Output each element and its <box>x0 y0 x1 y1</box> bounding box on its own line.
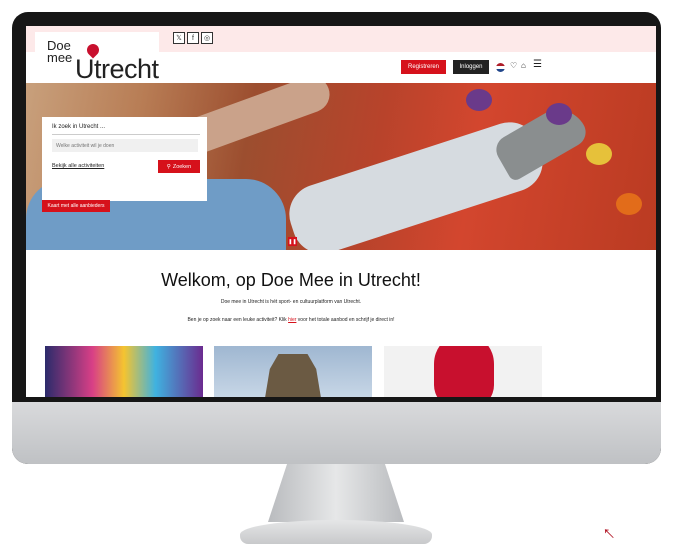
screen: Doe mee Utrecht 𝕏 f ◎ Registreren Inlogg… <box>26 26 656 397</box>
search-panel: Ik zoek in Utrecht ... Bekijk alle activ… <box>42 117 207 201</box>
activity-card[interactable] <box>384 346 542 397</box>
monitor-chin <box>12 402 661 464</box>
heart-icon[interactable]: ♡ <box>510 61 517 70</box>
basket-icon[interactable]: ⌂ <box>521 61 526 70</box>
menu-icon[interactable]: ☰ <box>533 59 542 70</box>
intro-text-2: Ben je op zoek naar een leuke activiteit… <box>26 317 556 323</box>
search-button-label: Zoeken <box>172 163 192 170</box>
pause-icon[interactable]: ❚❚ <box>288 237 297 246</box>
search-button[interactable]: ⚲ Zoeken <box>158 160 200 173</box>
logo-utrecht: Utrecht <box>75 54 159 84</box>
climbing-hold <box>466 89 492 111</box>
map-button[interactable]: Kaart met alle aanbieders <box>42 200 110 212</box>
facebook-icon[interactable]: f <box>187 32 199 44</box>
x-icon[interactable]: 𝕏 <box>173 32 185 44</box>
intro-text: Doe mee in Utrecht is hét sport- en cult… <box>220 299 362 305</box>
logo-mee: mee <box>47 50 73 65</box>
monitor-stand <box>268 464 404 522</box>
boxing-glove-image <box>434 346 494 397</box>
all-activities-link[interactable]: Bekijk alle activiteiten <box>52 163 104 169</box>
login-button[interactable]: Inloggen <box>453 60 489 74</box>
activity-card[interactable] <box>45 346 203 397</box>
climbing-hold <box>616 193 642 215</box>
page-title: Welkom, op Doe Mee in Utrecht! <box>161 270 421 290</box>
intro-prefix: Ben je op zoek naar een leuke activiteit… <box>187 317 289 323</box>
search-icon: ⚲ <box>166 163 171 170</box>
arrow-icon: ↑ <box>597 521 620 545</box>
intro-suffix: voor het totale aanbod en schrijf je dir… <box>296 317 395 323</box>
monitor-stand-base <box>240 520 432 544</box>
dom-tower-image <box>264 354 322 397</box>
dutch-flag-icon[interactable] <box>496 63 505 72</box>
site-logo[interactable]: Doe mee Utrecht <box>35 32 159 84</box>
climbing-hold <box>546 103 572 125</box>
register-button[interactable]: Registreren <box>401 60 446 74</box>
activity-card[interactable] <box>214 346 372 397</box>
instagram-icon[interactable]: ◎ <box>201 32 213 44</box>
search-input[interactable] <box>52 139 198 152</box>
climbing-hold <box>586 143 612 165</box>
search-title: Ik zoek in Utrecht ... <box>52 124 106 130</box>
divider <box>52 134 200 135</box>
